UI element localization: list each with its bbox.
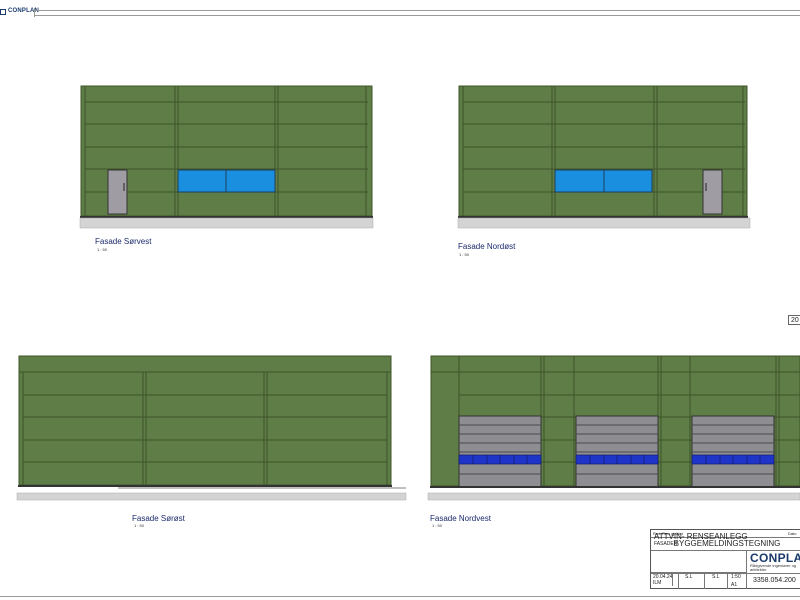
drawn-by: S.L xyxy=(685,574,693,580)
facade-nordost xyxy=(457,85,751,229)
caption-fasade-nordost: Fasade Nordøst xyxy=(458,242,516,251)
garage-door xyxy=(691,415,775,488)
door xyxy=(107,169,128,215)
drawing-subject: FASADER xyxy=(654,541,678,547)
garage-door xyxy=(575,415,659,488)
base-line xyxy=(18,485,392,487)
sign-value: ILM xyxy=(653,580,662,586)
scale-label: 1 : 50 xyxy=(134,523,145,528)
project-cell xyxy=(651,550,747,573)
scale-label: 1 : 50 xyxy=(432,523,443,528)
frame-bottom-line xyxy=(0,596,800,597)
revision-date-label: Dato xyxy=(788,531,797,536)
ground xyxy=(457,217,751,229)
facade-drawings xyxy=(16,85,800,501)
checked-by: S.L xyxy=(712,574,720,580)
facade-sorvest xyxy=(79,85,374,229)
base-line xyxy=(458,216,748,218)
company-subtitle: Rådgivende ingeniører og arkitekter xyxy=(750,563,797,572)
ground xyxy=(79,217,374,229)
project-name: ATTVIN- RENSEANLEGG xyxy=(654,532,748,541)
title-block: Rev. Rev. gjelder Dato BYGGEMELDINGSTEGN… xyxy=(650,529,800,589)
base-line xyxy=(80,216,373,218)
page-tab: 20 xyxy=(788,315,800,325)
ground xyxy=(427,492,800,501)
caption-fasade-nordvest: Fasade Nordvest xyxy=(430,514,491,523)
wall xyxy=(18,355,392,486)
caption-fasade-sorost: Fasade Sørøst xyxy=(132,514,185,523)
drawing-number: 3358.054.200 xyxy=(753,577,796,584)
base-line xyxy=(430,486,800,488)
ground xyxy=(16,492,407,501)
caption-fasade-sorvest: Fasade Sørvest xyxy=(95,237,152,246)
format-value: A1 xyxy=(731,582,738,588)
door xyxy=(702,169,723,215)
scale-label: 1 : 50 xyxy=(97,247,108,252)
scale-label: 1 : 50 xyxy=(459,252,470,257)
facade-sorost xyxy=(16,355,407,501)
facade-nordvest xyxy=(427,355,800,501)
garage-door xyxy=(458,415,542,488)
